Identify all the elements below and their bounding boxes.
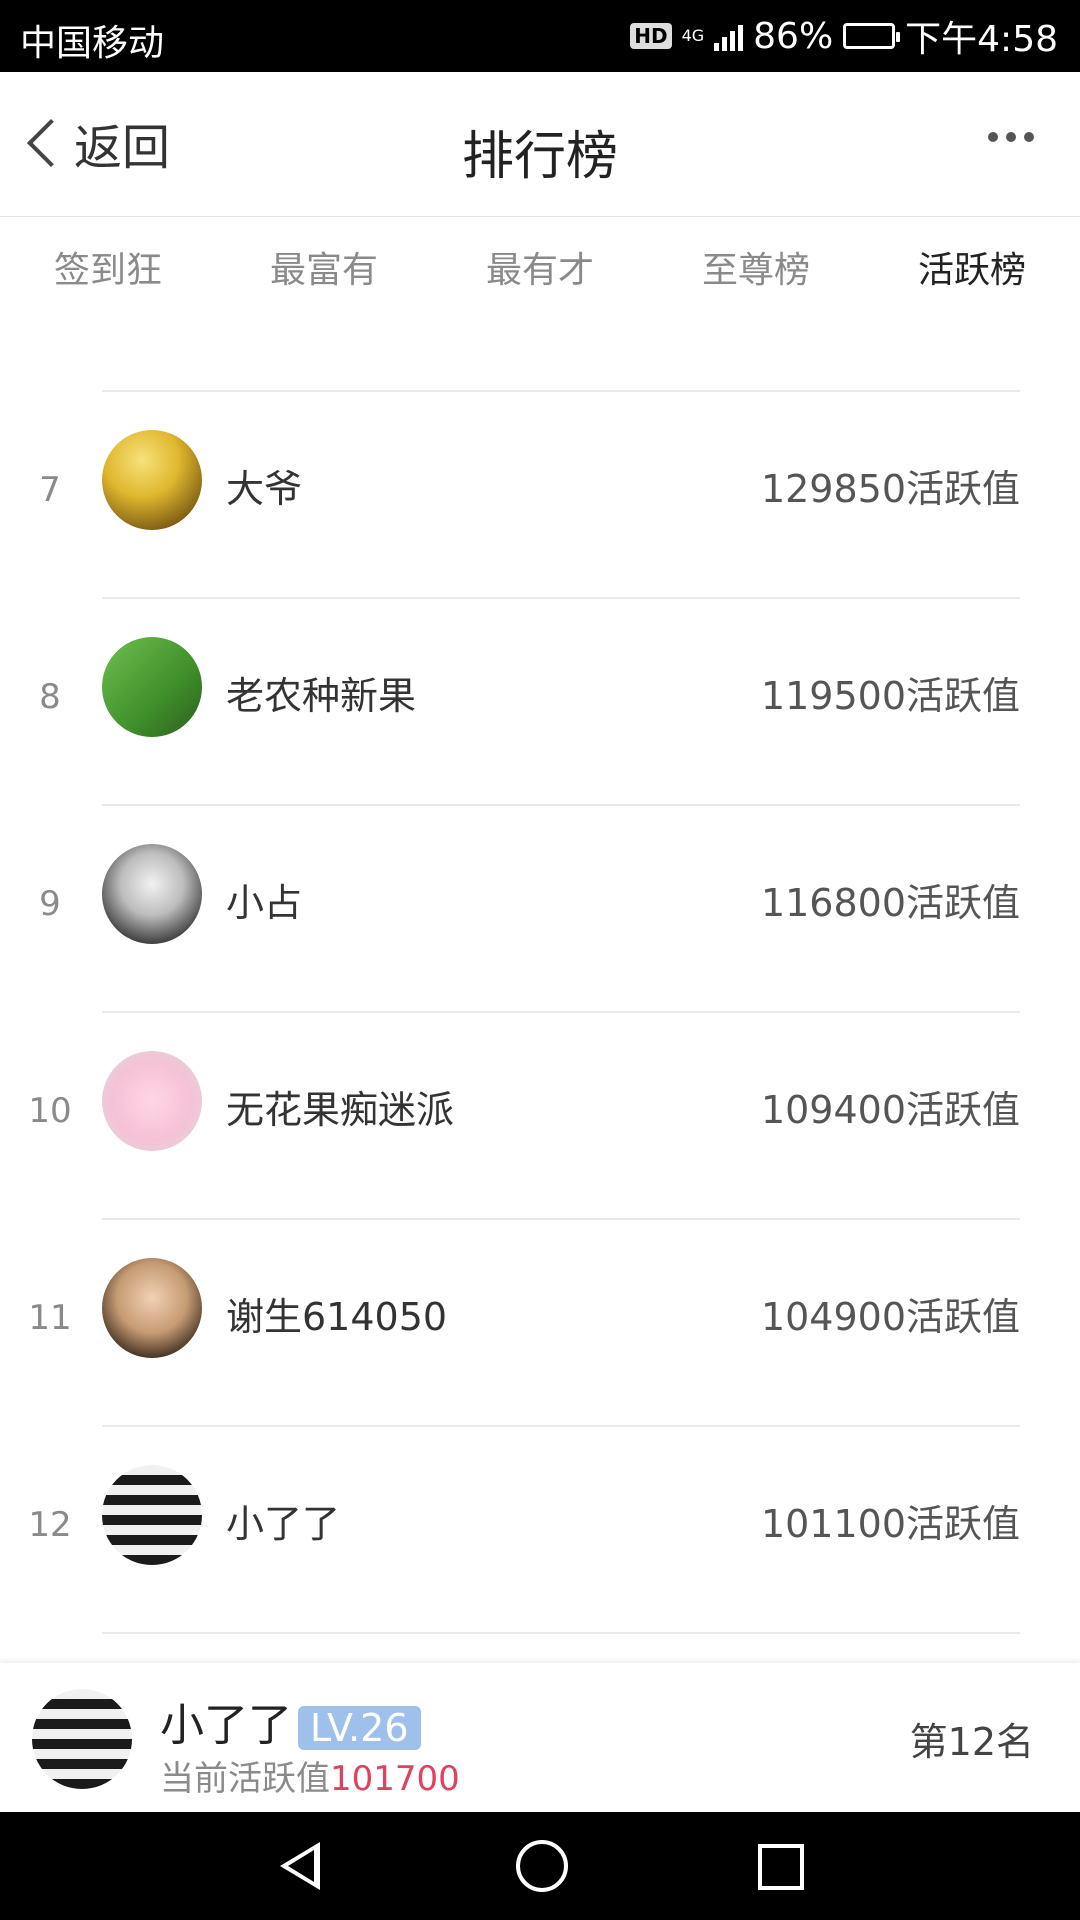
tab-checkin[interactable]: 签到狂 [0,217,216,325]
avatar [102,430,202,530]
ranking-tabs: 签到狂 最富有 最有才 至尊榜 活跃榜 [0,217,1080,325]
list-item[interactable]: 12 小了了 101100活跃值 [0,1427,1080,1633]
status-bar: 中国移动 HD 4G 86% 下午4:58 [0,0,1080,72]
list-item[interactable]: 11 谢生614050 104900活跃值 [0,1220,1080,1426]
my-score-value: 101700 [330,1759,460,1799]
rank-number: 10 [28,1091,72,1131]
user-name: 小占 [226,881,303,925]
user-name: 大爷 [226,467,303,511]
my-score-line: 当前活跃值101700 [160,1751,460,1800]
rank-number: 11 [28,1298,72,1338]
list-item[interactable]: 7 大爷 129850活跃值 [0,392,1080,598]
activity-score: 109400活跃值 [760,1088,1020,1132]
signal-icon [714,21,744,51]
user-name: 无花果痴迷派 [226,1088,455,1132]
tab-richest[interactable]: 最富有 [216,217,432,325]
battery-icon [843,23,901,49]
list-item[interactable]: 8 老农种新果 119500活跃值 [0,599,1080,805]
avatar [102,637,202,737]
nav-home-icon[interactable] [516,1840,568,1892]
clock: 下午4:58 [905,19,1058,60]
level-badge: LV.26 [298,1706,421,1750]
nav-recents-icon[interactable] [758,1844,804,1890]
avatar [102,1258,202,1358]
avatar [102,1465,202,1565]
user-name: 小了了 [226,1502,341,1546]
nav-back-icon[interactable] [280,1842,320,1890]
tab-supreme[interactable]: 至尊榜 [648,217,864,325]
activity-score: 101100活跃值 [760,1502,1020,1546]
rank-number: 9 [39,884,61,924]
my-score-label: 当前活跃值 [160,1759,330,1799]
status-icons: HD 4G 86% 下午4:58 [630,12,1058,60]
my-name-line: 小了了 LV.26 [160,1689,421,1753]
divider [102,1632,1020,1634]
rank-number: 12 [28,1505,72,1545]
app-header: 返回 排行榜 [0,72,1080,217]
hd-icon: HD [630,23,672,49]
my-name: 小了了 [160,1700,292,1751]
avatar [102,844,202,944]
user-name: 老农种新果 [226,674,417,718]
battery-percent: 86% [753,15,834,57]
user-name: 谢生614050 [226,1295,448,1339]
my-rank-bar[interactable]: 小了了 LV.26 当前活跃值101700 第12名 [0,1663,1080,1811]
activity-score: 129850活跃值 [760,467,1020,511]
list-item[interactable]: 10 无花果痴迷派 109400活跃值 [0,1013,1080,1219]
tab-talented[interactable]: 最有才 [432,217,648,325]
system-nav-bar [0,1812,1080,1920]
rank-number: 7 [39,470,61,510]
rank-number: 8 [39,677,61,717]
activity-score: 104900活跃值 [760,1295,1020,1339]
activity-score: 116800活跃值 [760,881,1020,925]
page-title: 排行榜 [461,127,618,187]
my-rank-text: 第12名 [909,1720,1034,1764]
carrier-label: 中国移动 [20,23,165,64]
avatar [102,1051,202,1151]
more-options-icon[interactable] [988,132,1034,142]
network-type-label: 4G [681,26,705,45]
activity-score: 119500活跃值 [760,674,1020,718]
my-avatar [32,1689,132,1789]
list-item[interactable]: 9 小占 116800活跃值 [0,806,1080,1012]
tab-active[interactable]: 活跃榜 [864,217,1080,325]
